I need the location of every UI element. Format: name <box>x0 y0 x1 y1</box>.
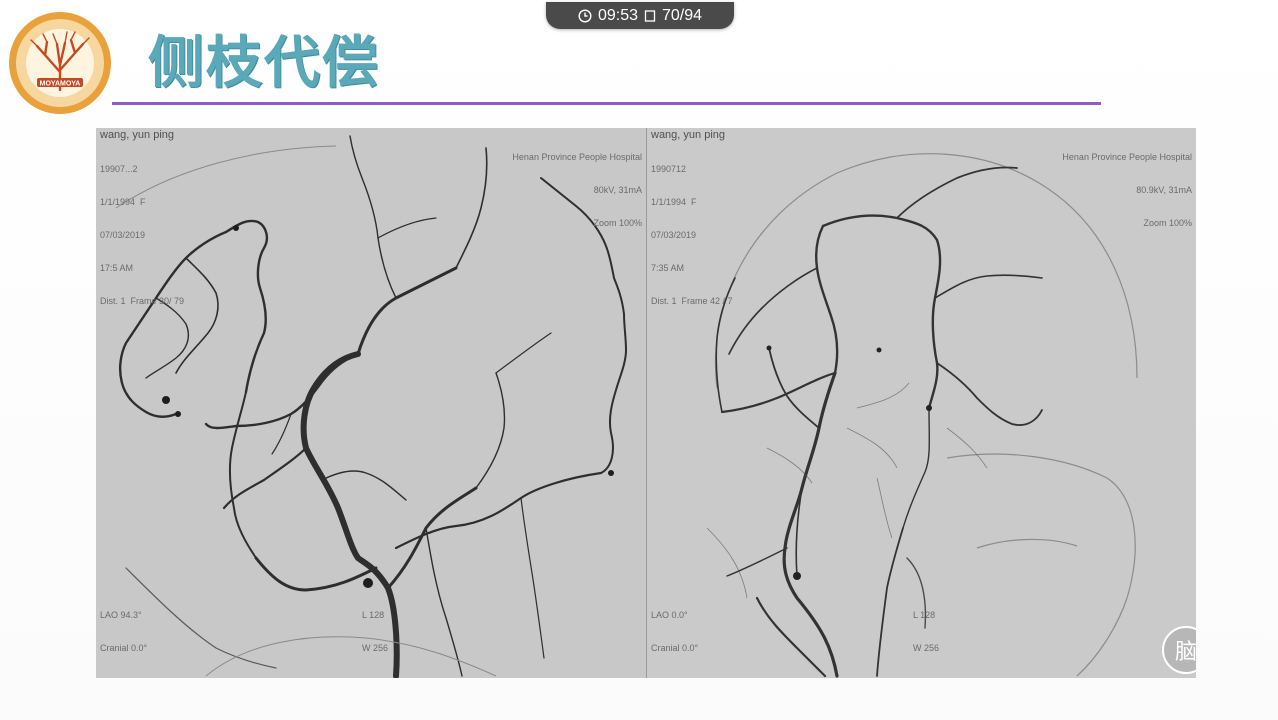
angle-info-left: LAO 94.3° Cranial 0.0° <box>100 588 147 676</box>
zoom-level: Zoom 100% <box>593 218 642 228</box>
title-divider <box>112 102 1101 105</box>
info-lines-left: 19907...2 1/1/1994 F 07/03/2019 17:5 AM … <box>100 142 184 329</box>
window-value: W 256 <box>362 643 389 653</box>
info-line: 1/1/1994 F <box>100 197 146 207</box>
info-line: 07/03/2019 <box>100 230 146 240</box>
patient-name-left: wang, yun ping <box>100 129 174 141</box>
zoom-level: Zoom 100% <box>1143 218 1192 228</box>
lao-angle: LAO 0.0° <box>651 610 688 620</box>
page-icon <box>644 9 656 22</box>
logo-text: MOYAMOYA <box>40 81 81 88</box>
acq-params: 80.9kV, 31mA <box>1136 185 1192 195</box>
hospital-logo: MOYAMOYA <box>7 10 113 116</box>
clock-icon <box>578 8 592 23</box>
slide-title: 侧枝代偿 <box>148 31 380 96</box>
window-info-right: L 128 W 256 <box>913 588 939 676</box>
status-time: 09:53 <box>597 6 638 24</box>
window-value: W 256 <box>913 643 940 653</box>
lao-angle: LAO 94.3° <box>100 610 142 620</box>
hospital-info-right: Henan Province People Hospital 80.9kV, 3… <box>1062 130 1192 251</box>
angiogram-lateral-left: wang, yun ping 19907...2 1/1/1994 F 07/0… <box>96 128 646 678</box>
cranial-angle: Cranial 0.0° <box>100 643 148 653</box>
presentation-slide: 09:53 70/94 MOYAMOYA 侧枝代偿 wang, yun ping… <box>0 0 1278 720</box>
angle-info-right: LAO 0.0° Cranial 0.0° <box>651 588 698 676</box>
info-line: 19907...2 <box>100 164 138 174</box>
presentation-status-pill[interactable]: 09:53 70/94 <box>546 2 734 29</box>
hospital-name: Henan Province People Hospital <box>512 152 642 162</box>
hospital-name: Henan Province People Hospital <box>1062 152 1192 162</box>
info-line: 1990712 <box>651 164 687 174</box>
angiogram-ap-right: wang, yun ping 1990712 1/1/1994 F 07/03/… <box>646 128 1196 678</box>
info-line: 1/1/1994 F <box>651 197 697 207</box>
level-value: L 128 <box>913 610 936 620</box>
info-line: 17:5 AM <box>100 263 134 273</box>
window-info-left: L 128 W 256 <box>362 588 388 676</box>
info-line: 7:35 AM <box>651 263 685 273</box>
level-value: L 128 <box>362 610 385 620</box>
info-line: Dist. 1 Frame 42 / 7 <box>651 296 733 306</box>
logo-tree-icon: MOYAMOYA <box>9 12 111 114</box>
patient-name-right: wang, yun ping <box>651 129 725 141</box>
hospital-info-left: Henan Province People Hospital 80kV, 31m… <box>512 130 642 251</box>
info-line: Dist. 1 Frame 30/ 79 <box>100 296 185 306</box>
acq-params: 80kV, 31mA <box>593 185 642 195</box>
page-counter: 70/94 <box>662 6 703 24</box>
info-lines-right: 1990712 1/1/1994 F 07/03/2019 7:35 AM Di… <box>651 142 733 329</box>
info-line: 07/03/2019 <box>651 230 697 240</box>
cranial-angle: Cranial 0.0° <box>651 643 699 653</box>
